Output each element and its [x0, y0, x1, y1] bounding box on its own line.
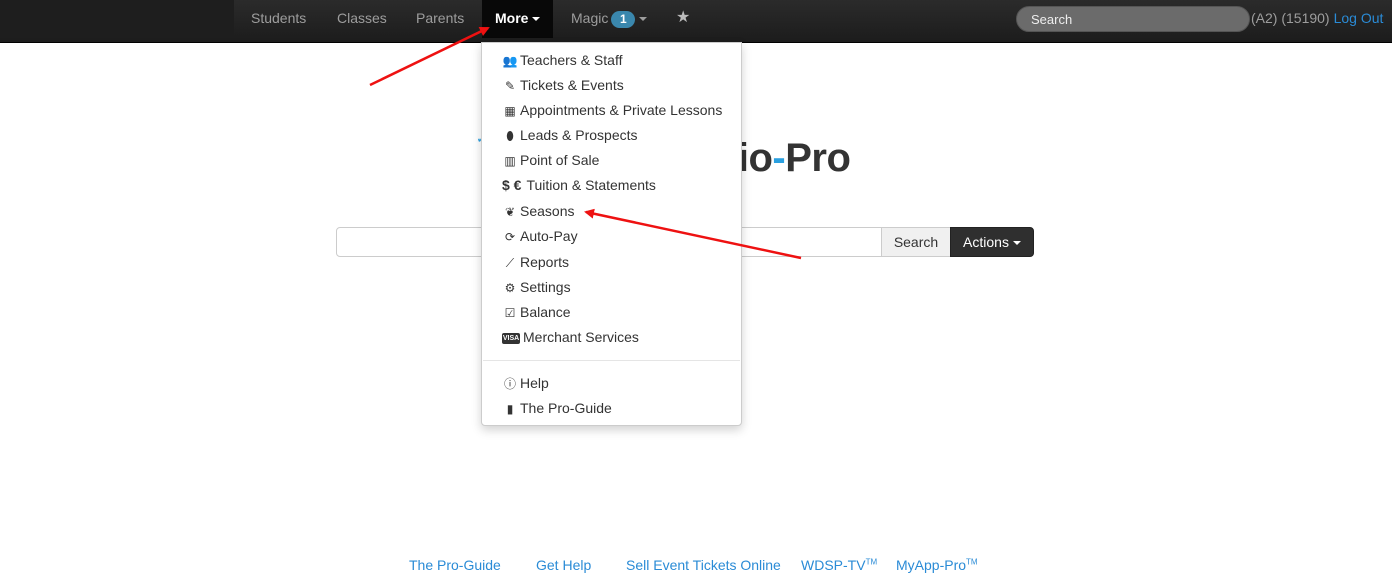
- trademark-mark: TM: [966, 557, 978, 567]
- footer-link-myapp-pro[interactable]: MyApp-ProTM: [896, 557, 978, 573]
- trademark-mark: TM: [865, 557, 878, 567]
- footer-link-label: MyApp-Pro: [896, 557, 967, 573]
- footer-link-wdsp-tv[interactable]: WDSP-TVTM: [801, 557, 877, 573]
- footer-link-label: WDSP-TV: [801, 557, 866, 573]
- arrow-to-seasons: [584, 208, 802, 260]
- arrow-to-more: [369, 26, 490, 87]
- footer-link-pro-guide[interactable]: The Pro-Guide: [409, 557, 501, 573]
- annotation-arrows: [369, 26, 802, 260]
- footer-link-get-help[interactable]: Get Help: [536, 557, 591, 573]
- footer-link-sell-tickets[interactable]: Sell Event Tickets Online: [626, 557, 781, 573]
